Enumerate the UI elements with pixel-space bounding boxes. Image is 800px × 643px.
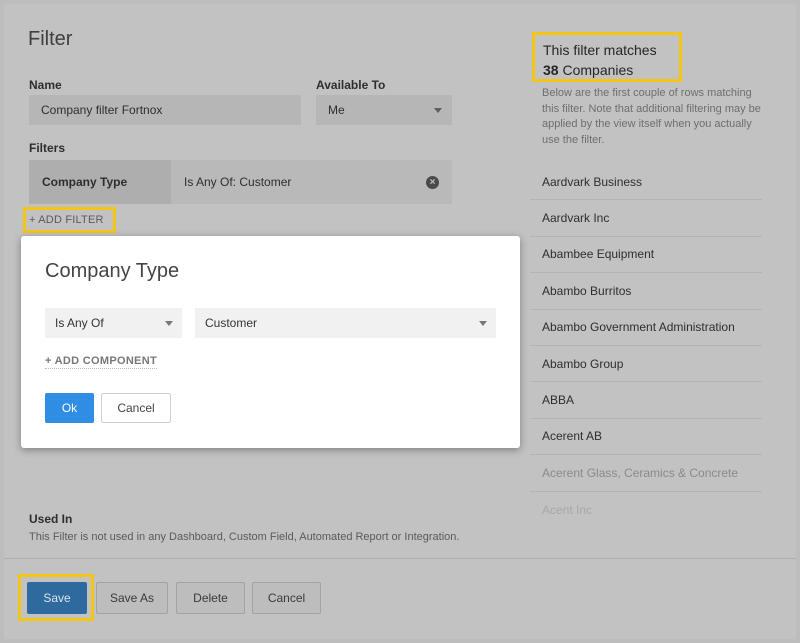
add-filter-label: + ADD FILTER	[29, 214, 104, 226]
list-item[interactable]: Abambo Group	[530, 346, 762, 383]
available-to-select[interactable]: Me	[316, 95, 452, 125]
list-item[interactable]: Acerent Glass, Ceramics & Concrete	[530, 455, 762, 492]
list-item[interactable]: Acerent AB	[530, 419, 762, 456]
cancel-button[interactable]: Cancel	[252, 582, 321, 614]
name-input[interactable]: Company filter Fortnox	[29, 95, 301, 125]
chevron-down-icon	[434, 108, 442, 113]
list-item[interactable]: Aardvark Business	[530, 164, 762, 201]
match-line: This filter matches	[543, 42, 657, 58]
name-input-value: Company filter Fortnox	[41, 103, 163, 117]
filter-value[interactable]: Is Any Of: Customer ×	[171, 160, 452, 204]
operator-value: Is Any Of	[55, 316, 104, 330]
available-to-label: Available To	[316, 78, 386, 92]
list-item[interactable]: Acent Inc	[530, 492, 762, 528]
dialog-cancel-button[interactable]: Cancel	[101, 393, 171, 423]
used-in-text: This Filter is not used in any Dashboard…	[29, 531, 460, 543]
footer-divider	[4, 558, 796, 559]
save-button[interactable]: Save	[27, 582, 87, 614]
list-item[interactable]: ABBA	[530, 382, 762, 419]
name-label: Name	[29, 78, 62, 92]
filters-label: Filters	[29, 141, 66, 155]
chevron-down-icon	[165, 321, 173, 326]
filter-key: Company Type	[29, 160, 171, 204]
page-title: Filter	[28, 28, 73, 50]
list-item[interactable]: Abambo Burritos	[530, 273, 762, 310]
match-count-line: 38 Companies	[543, 60, 671, 80]
company-list: Aardvark Business Aardvark Inc Abambee E…	[530, 164, 762, 528]
ok-button[interactable]: Ok	[45, 393, 94, 423]
chevron-down-icon	[479, 321, 487, 326]
company-type-dialog: Company Type Is Any Of Customer + ADD CO…	[21, 236, 520, 448]
list-item[interactable]: Abambo Government Administration	[530, 310, 762, 346]
value-select-value: Customer	[205, 316, 258, 330]
filter-row[interactable]: Company Type Is Any Of: Customer ×	[29, 160, 452, 204]
available-to-value: Me	[328, 103, 345, 117]
value-select[interactable]: Customer	[195, 308, 496, 338]
add-filter-button[interactable]: + ADD FILTER	[23, 207, 116, 233]
add-component-button[interactable]: + ADD COMPONENT	[45, 355, 157, 369]
match-count: 38	[543, 62, 559, 78]
delete-button[interactable]: Delete	[176, 582, 245, 614]
match-count-box: This filter matches 38 Companies	[532, 32, 682, 82]
save-as-button[interactable]: Save As	[96, 582, 168, 614]
close-icon[interactable]: ×	[426, 176, 439, 189]
match-unit: Companies	[562, 62, 634, 78]
dialog-title: Company Type	[45, 260, 180, 282]
list-item[interactable]: Abambee Equipment	[530, 237, 762, 274]
used-in-label: Used In	[29, 512, 73, 526]
match-description: Below are the first couple of rows match…	[542, 87, 761, 146]
filter-value-text: Is Any Of: Customer	[184, 175, 292, 189]
operator-select[interactable]: Is Any Of	[45, 308, 182, 338]
list-item[interactable]: Aardvark Inc	[530, 200, 762, 237]
